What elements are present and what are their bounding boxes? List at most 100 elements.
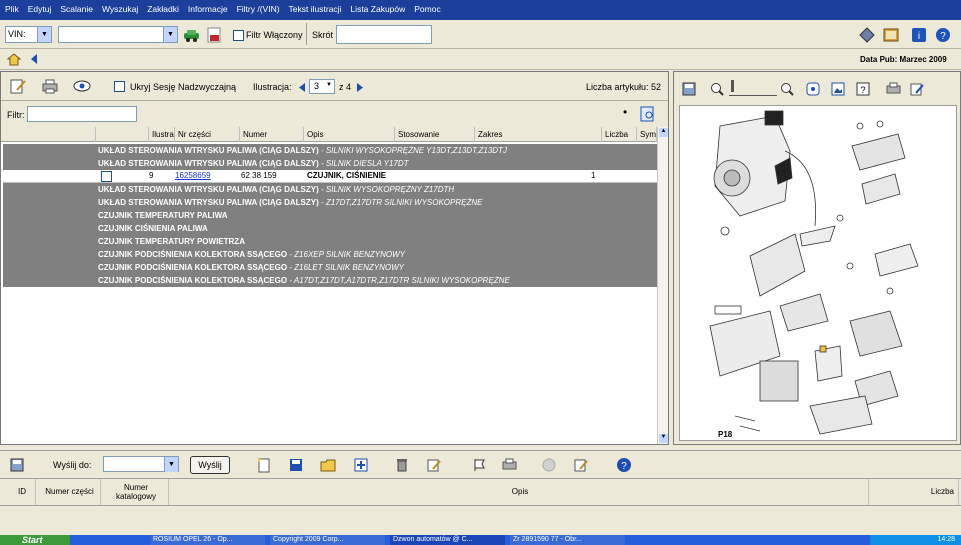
col-part-number[interactable]: Nr części: [175, 127, 240, 142]
help-book-icon[interactable]: i: [910, 26, 928, 44]
menu-item[interactable]: Lista Zakupów: [345, 0, 409, 14]
menu-item[interactable]: Scalanie: [55, 0, 97, 14]
col-list-quantity[interactable]: Liczba: [869, 479, 959, 505]
next-illustration-icon[interactable]: [355, 78, 365, 96]
group-row[interactable]: CZUJNIK PODCIŚNIENIA KOLEKTORA SSĄCEGO -…: [3, 261, 657, 274]
scroll-up-icon[interactable]: ▲: [659, 128, 668, 137]
part-number-link[interactable]: 16258659: [175, 171, 211, 180]
row-checkbox[interactable]: [101, 171, 112, 182]
printer-icon[interactable]: [41, 77, 59, 95]
diamond-nav-icon[interactable]: [858, 26, 876, 44]
edit-image-icon[interactable]: [908, 80, 926, 98]
group-row[interactable]: UKŁAD STEROWANIA WTRYSKU PALIWA (CIĄG DA…: [3, 144, 657, 157]
print-list-icon[interactable]: [500, 456, 518, 474]
edit-note-icon[interactable]: [9, 77, 27, 95]
col-list-description[interactable]: Opis: [169, 479, 869, 505]
save-disk-icon[interactable]: [287, 456, 305, 474]
table-row[interactable]: 9 16258659 62 38 159 CZUJNIK, CIŚNIENIE 1: [3, 170, 657, 183]
search-document-icon[interactable]: [639, 105, 657, 123]
group-row[interactable]: CZUJNIK TEMPERATURY POWIETRZA: [3, 235, 657, 248]
send-button[interactable]: Wyślij: [190, 456, 230, 474]
menu-item[interactable]: Informacje: [183, 0, 232, 14]
row-description: CZUJNIK, CIŚNIENIE: [307, 171, 387, 180]
prev-illustration-icon[interactable]: [297, 78, 307, 96]
print-image-icon[interactable]: [884, 80, 902, 98]
col-id[interactable]: ID: [6, 479, 36, 505]
notes-icon[interactable]: [572, 456, 590, 474]
col-list-part-number[interactable]: Numer części: [36, 479, 101, 505]
group-row[interactable]: UKŁAD STEROWANIA WTRYSKU PALIWA (CIĄG DA…: [3, 157, 657, 170]
col-catalog-number[interactable]: Numer katalogowy: [101, 479, 169, 505]
zoom-slider-thumb[interactable]: [731, 80, 734, 92]
pdf-document-icon[interactable]: [205, 26, 223, 44]
col-usage[interactable]: Stosowanie: [395, 127, 475, 142]
group-row[interactable]: CZUJNIK PODCIŚNIENIA KOLEKTORA SSĄCEGO -…: [3, 248, 657, 261]
group-title: CZUJNIK CIŚNIENIA PALIWA: [98, 224, 208, 233]
col-number[interactable]: Numer: [240, 127, 304, 142]
group-row[interactable]: UKŁAD STEROWANIA WTRYSKU PALIWA (CIĄG DA…: [3, 183, 657, 196]
flag-icon[interactable]: [470, 456, 488, 474]
menu-item[interactable]: Zakładki: [142, 0, 183, 14]
group-row[interactable]: CZUJNIK CIŚNIENIA PALIWA: [3, 222, 657, 235]
illustration-select[interactable]: 3 ▼: [309, 79, 335, 94]
new-document-icon[interactable]: [255, 456, 273, 474]
add-item-icon[interactable]: [352, 456, 370, 474]
group-row[interactable]: CZUJNIK TEMPERATURY PALIWA: [3, 209, 657, 222]
home-icon[interactable]: [5, 50, 23, 68]
group-row[interactable]: UKŁAD STEROWANIA WTRYSKU PALIWA (CIĄG DA…: [3, 196, 657, 209]
start-button[interactable]: Start: [0, 535, 70, 545]
zoom-slider[interactable]: [729, 80, 777, 96]
col-illustration[interactable]: Ilustra: [149, 127, 175, 142]
group-row[interactable]: CZUJNIK PODCIŚNIENIA KOLEKTORA SSĄCEGO -…: [3, 274, 657, 287]
send-to-select[interactable]: ▼: [103, 456, 179, 472]
back-arrow-icon[interactable]: [25, 50, 43, 68]
col-range[interactable]: Zakres: [475, 127, 602, 142]
menu-item[interactable]: Plik: [0, 0, 23, 14]
chevron-down-icon[interactable]: ▼: [37, 27, 51, 42]
hide-session-checkbox[interactable]: [114, 81, 125, 92]
menu-item[interactable]: Filtry /(VIN): [232, 0, 284, 14]
menu-item[interactable]: Edytuj: [23, 0, 56, 14]
question-page-icon[interactable]: ?: [854, 80, 872, 98]
taskbar-item[interactable]: ROSIUM OPEL 26 - Op...: [150, 535, 265, 545]
filter-input[interactable]: [27, 106, 137, 122]
filter-enabled-checkbox-box[interactable]: [233, 30, 244, 41]
filter-row: Filtr: •: [1, 101, 668, 127]
chevron-down-icon[interactable]: ▼: [163, 27, 177, 42]
save-image-icon[interactable]: [680, 80, 698, 98]
fit-view-icon[interactable]: [804, 80, 822, 98]
parts-illustration[interactable]: P18: [679, 105, 957, 441]
shortcut-input[interactable]: [336, 25, 432, 44]
edit-list-icon[interactable]: [425, 456, 443, 474]
image-view-icon[interactable]: [829, 80, 847, 98]
illustration-of-label: z 4: [339, 82, 352, 92]
vin-input[interactable]: ▼: [58, 26, 178, 43]
car-icon[interactable]: [182, 26, 200, 44]
col-symbol[interactable]: Sym: [637, 127, 657, 142]
taskbar-item[interactable]: Zr 2891590 77 - Obr...: [510, 535, 625, 545]
zoom-in-icon[interactable]: [778, 80, 796, 98]
delete-trash-icon[interactable]: [393, 456, 411, 474]
col-quantity[interactable]: Liczba: [602, 127, 637, 142]
group-title: UKŁAD STEROWANIA WTRYSKU PALIWA (CIĄG DA…: [98, 159, 319, 168]
chevron-down-icon[interactable]: ▼: [164, 457, 178, 472]
vin-select[interactable]: VIN: ▼: [5, 26, 52, 43]
taskbar-item[interactable]: Dzwon automatów @ C...: [390, 535, 505, 545]
view-eye-icon[interactable]: [73, 77, 91, 95]
taskbar-item[interactable]: Copyright 2009 Corp...: [270, 535, 385, 545]
help-icon[interactable]: ?: [934, 26, 952, 44]
open-folder-icon[interactable]: [319, 456, 337, 474]
vertical-scrollbar[interactable]: ▲ ▼: [657, 127, 668, 444]
help-icon[interactable]: ?: [615, 456, 633, 474]
menu-item[interactable]: Pomoc: [409, 0, 444, 14]
col-select[interactable]: [1, 127, 96, 142]
menu-item[interactable]: Tekst ilustracji: [284, 0, 346, 14]
zoom-out-icon[interactable]: [708, 80, 726, 98]
catalog-icon[interactable]: [882, 26, 900, 44]
menu-item[interactable]: Wyszukaj: [97, 0, 142, 14]
scroll-down-icon[interactable]: ▼: [659, 434, 668, 443]
col-blank[interactable]: [96, 127, 149, 142]
save-list-icon[interactable]: [8, 456, 26, 474]
col-description[interactable]: Opis: [304, 127, 395, 142]
disabled-circle-icon[interactable]: [540, 456, 558, 474]
